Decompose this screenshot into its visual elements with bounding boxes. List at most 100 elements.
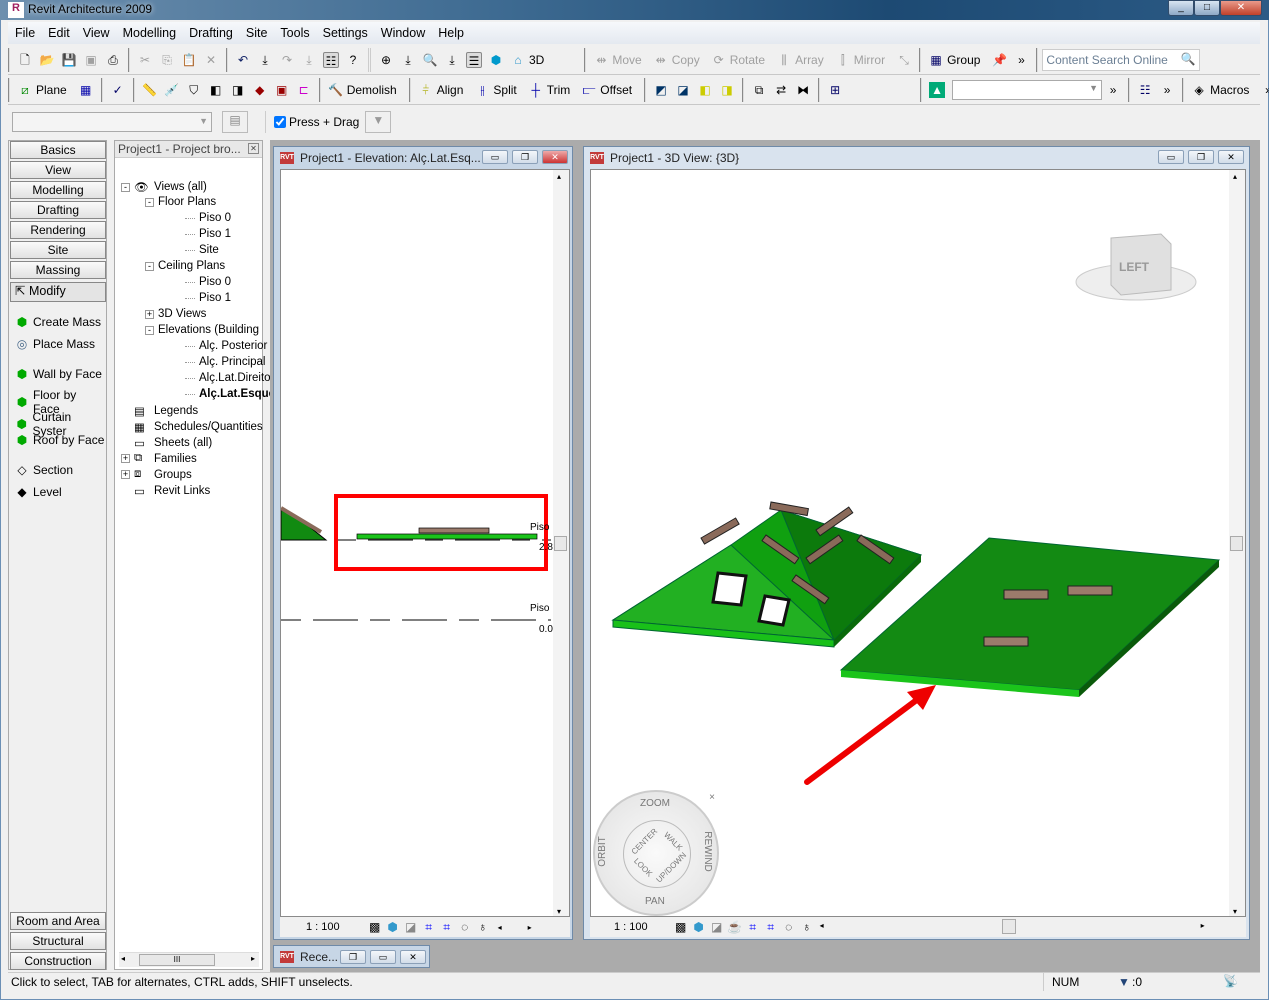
horizontal-scrollbar[interactable]: ◂ III ▸ [119,952,259,967]
scale-label[interactable]: 1 : 100 [306,921,340,933]
tree-item[interactable]: ▭ Revit Links [121,484,210,498]
undo-icon[interactable]: ↶ [235,52,251,68]
grid-icon[interactable]: ▦ [78,82,94,98]
place-mass-item[interactable]: ◎ Place Mass [15,336,95,352]
eyedropper-icon[interactable]: 💉 [164,82,180,98]
wheel-close-icon[interactable]: × [709,792,715,803]
collapse-icon[interactable]: - [145,197,154,207]
window-close-button[interactable]: ✕ [542,150,568,164]
box-yellow-icon[interactable]: ◧ [697,82,713,98]
save-icon[interactable]: 💾 [61,52,77,68]
collapse-icon[interactable]: - [121,182,130,192]
properties-icon[interactable]: ▤ [222,111,248,133]
resize-icon[interactable]: ⤡ [896,52,912,68]
expand-icon[interactable]: + [145,309,154,319]
expand-icon[interactable]: + [121,470,130,479]
scroll-left-icon[interactable]: ◂ [121,954,125,963]
trim-button[interactable]: Trim [547,83,571,97]
search-icon[interactable]: 🔍 [1180,52,1195,66]
tree-item[interactable]: Piso 0 [185,212,231,224]
save-all-icon[interactable]: ▣ [83,52,99,68]
menu-view[interactable]: View [76,26,116,40]
dimension-icon[interactable]: ⊞ [827,82,843,98]
hide-isolate-icon[interactable]: ◌ [781,919,797,935]
collapse-icon[interactable]: - [145,325,154,335]
tree-item[interactable]: Alç. Posterior [185,340,267,352]
wheel-walk[interactable]: WALK [662,830,684,852]
menu-help[interactable]: Help [431,26,470,40]
collapse-icon[interactable]: - [145,261,154,271]
align-button[interactable]: Align [437,83,464,97]
move-button[interactable]: Move [612,53,641,67]
roof-by-face-item[interactable]: ⬢ Roof by Face [15,432,105,448]
tab-drafting[interactable]: Drafting [10,201,106,219]
filter-icon[interactable]: ▼ [1118,975,1130,989]
tree-item[interactable]: ▤ Legends [121,404,198,418]
dropdown-icon[interactable]: ⤓ [444,52,460,68]
wheel-rewind[interactable]: REWIND [702,831,713,872]
tree-item[interactable]: Piso 1 [185,228,231,240]
3d-canvas[interactable]: LEFT ZOOM PAN ORBIT REWIND CENTER WALK L… [590,169,1246,917]
scroll-down-icon[interactable]: ▾ [1233,907,1237,916]
tree-item[interactable]: Piso 0 [185,276,231,288]
reveal-hidden-icon[interactable]: ♁ [799,919,815,935]
scroll-left-icon[interactable]: ◂ [820,921,824,930]
dropdown-icon[interactable]: ⤓ [400,52,416,68]
paste-icon[interactable]: 📋 [181,52,197,68]
group-button[interactable]: Group [947,53,980,67]
split-button[interactable]: Split [493,83,516,97]
plane-button[interactable]: Plane [36,83,67,97]
join-icon[interactable]: ◨ [230,82,246,98]
toolbar-overflow-icon[interactable]: » [1105,82,1121,98]
scroll-right-icon[interactable]: ▸ [251,954,255,963]
open-icon[interactable]: 📂 [39,52,55,68]
minimize-button[interactable]: _ [1168,0,1194,16]
tab-basics[interactable]: Basics [10,141,106,159]
menu-window[interactable]: Window [374,26,431,40]
maximize-button[interactable]: □ [1194,0,1220,16]
communication-center-icon[interactable]: 📡 [1223,974,1238,988]
thin-lines-icon[interactable]: ☰ [466,51,482,68]
scroll-right-icon[interactable]: ▸ [528,923,532,932]
wheel-zoom[interactable]: ZOOM [640,798,670,809]
close-browser-icon[interactable]: ✕ [248,143,259,154]
3d-view-icon[interactable]: ⌂ [510,52,526,68]
menu-drafting[interactable]: Drafting [182,26,239,40]
undo-dropdown-icon[interactable]: ⤓ [257,52,273,68]
hide-isolate-icon[interactable]: ◌ [457,919,473,935]
tree-item[interactable]: + ⧉ Families [121,452,197,465]
menu-modelling[interactable]: Modelling [116,26,183,40]
scroll-thumb[interactable] [554,536,567,551]
wheel-center[interactable]: CENTER [630,827,660,857]
paste-aligned-icon[interactable]: ◪ [675,82,691,98]
box-yellow-2-icon[interactable]: ◨ [719,82,735,98]
tree-item[interactable]: Site [185,244,219,256]
window-maximize-button[interactable]: ▭ [370,950,396,964]
macros-button[interactable]: Macros [1210,83,1249,97]
wheel-updown[interactable]: UP/DOWN [654,851,688,885]
rotate-button[interactable]: Rotate [730,53,765,67]
redo-dropdown-icon[interactable]: ⤓ [301,52,317,68]
tree-item[interactable]: Alç. Principal [185,356,265,368]
crop-region-icon[interactable]: ⌗ [745,919,761,935]
copy-to-clipboard-icon[interactable]: ◩ [653,82,669,98]
copy-icon[interactable]: ⎘ [159,52,175,68]
wheel-orbit[interactable]: ORBIT [597,836,608,867]
window-close-button[interactable]: ✕ [1218,150,1244,164]
scroll-right-icon[interactable]: ▸ [1201,921,1205,930]
window-restore-button[interactable]: ❐ [512,150,538,164]
create-mass-item[interactable]: ⬢ Create Mass [15,314,101,330]
show-crop-icon[interactable]: ⌗ [763,919,779,935]
cut-icon[interactable]: ✂ [137,52,153,68]
modify-button[interactable]: ⇱ Modify [10,282,106,302]
vertical-scrollbar[interactable]: ▴ ▾ [553,170,569,916]
tree-item[interactable]: Alç.Lat.Direito [185,372,271,384]
filter-icon[interactable]: ▼ [365,111,392,133]
viewcube-face-label[interactable]: LEFT [1119,260,1149,274]
window-minimize-button[interactable]: ▭ [482,150,508,164]
mirror-button[interactable]: Mirror [854,53,885,67]
tab-rendering[interactable]: Rendering [10,221,106,239]
window-restore-button[interactable]: ❐ [1188,150,1214,164]
offset-button[interactable]: Offset [600,83,632,97]
tree-item[interactable]: ▦ Schedules/Quantities [121,420,263,434]
